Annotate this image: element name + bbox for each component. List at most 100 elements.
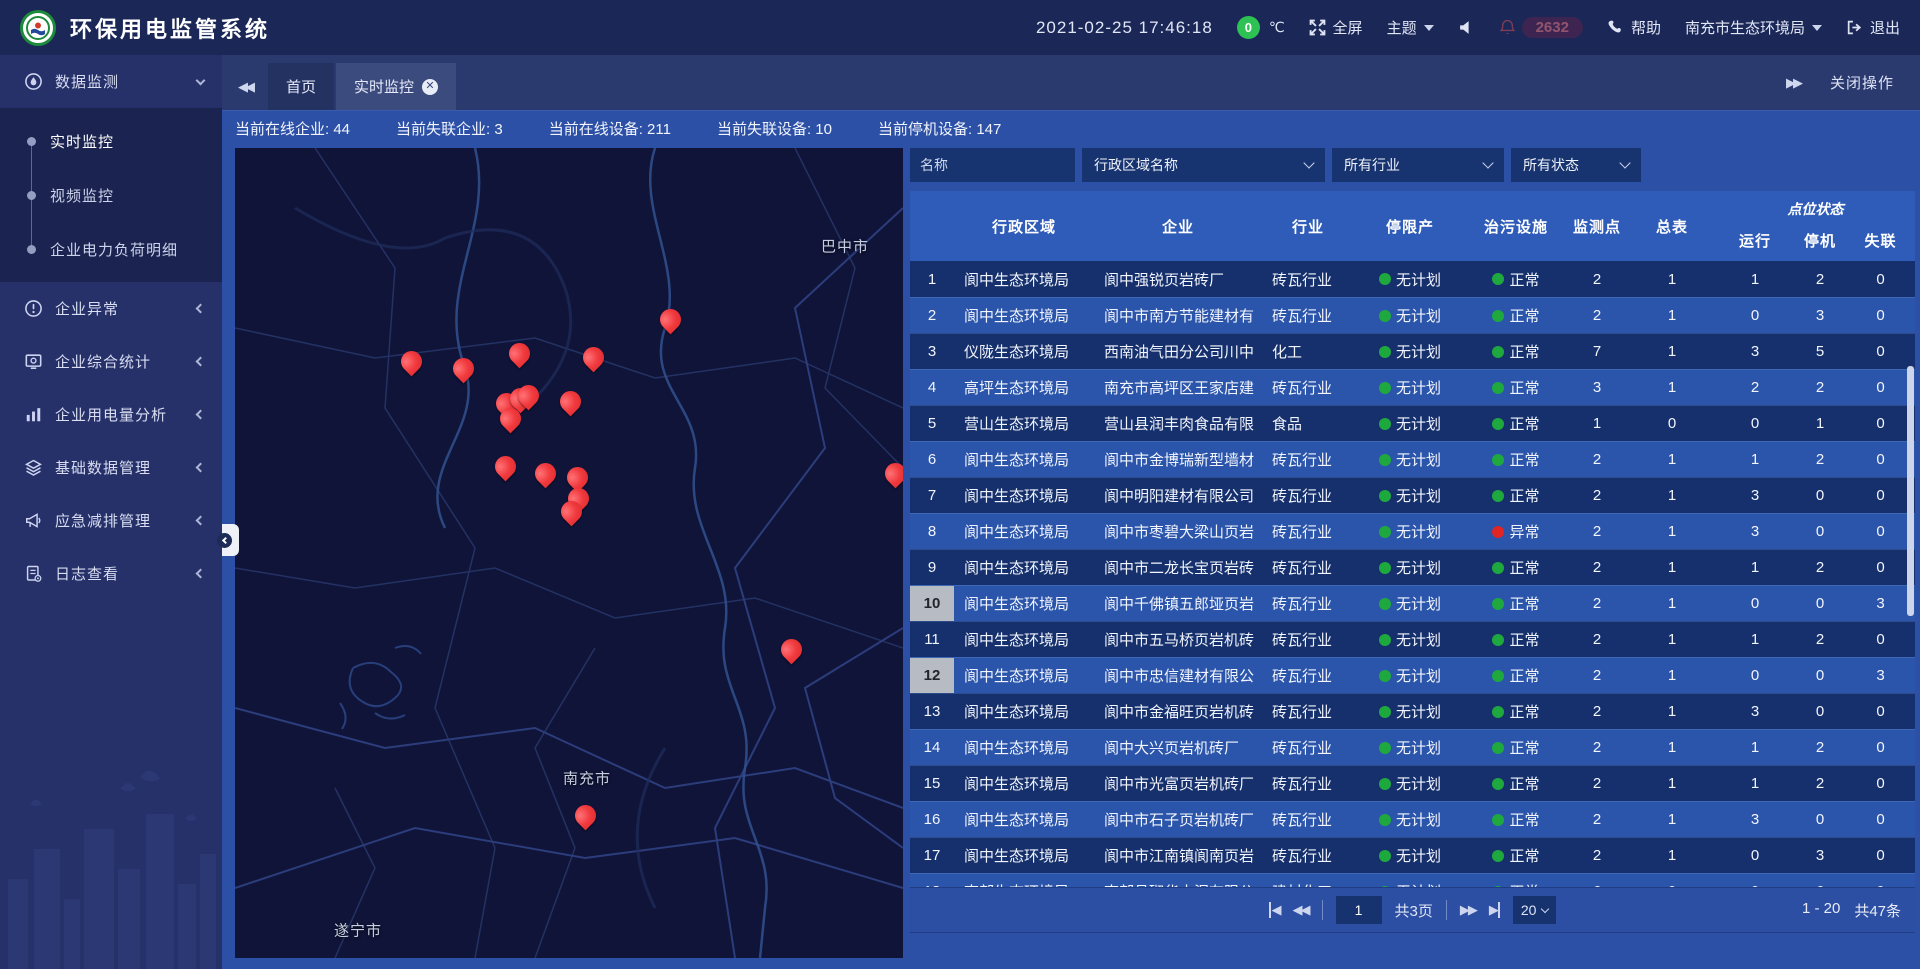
sidebar-item[interactable]: 基础数据管理 [0, 441, 222, 494]
cell-treatment-status: 正常 [1466, 586, 1566, 621]
tabs-scroll-right-button[interactable]: ▶▶ [1786, 59, 1800, 106]
table-row[interactable]: 5营山生态环境局营山县润丰肉食品有限食品无计划正常10010 [910, 405, 1915, 441]
cell-production-status: 无计划 [1354, 874, 1466, 887]
chevron-down-icon [1303, 157, 1314, 168]
cell-monitor-points: 2 [1566, 730, 1628, 765]
org-menu[interactable]: 南充市生态环境局 [1685, 17, 1822, 38]
cell-monitor-points: 2 [1566, 478, 1628, 513]
help-button[interactable]: 帮助 [1607, 17, 1661, 38]
cell-company: 阆中市五马桥页岩机砖 [1094, 622, 1262, 657]
page-title: 环保用电监管系统 [70, 12, 270, 44]
notifications-button[interactable]: 2632 [1499, 17, 1583, 38]
base-data-icon [24, 458, 43, 477]
cell-monitor-points: 2 [1566, 694, 1628, 729]
cell-company: 阆中市金博瑞新型墙材 [1094, 442, 1262, 477]
first-page-button[interactable]: ◀ [1269, 902, 1280, 918]
sidebar-subitem[interactable]: 实时监控 [0, 114, 222, 168]
table-row[interactable]: 2阆中生态环境局阆中市南方节能建材有砖瓦行业无计划正常21030 [910, 297, 1915, 333]
sidebar-item-label: 企业综合统计 [55, 351, 185, 372]
cell-total-meters: 1 [1628, 658, 1716, 693]
industry-select[interactable]: 所有行业 [1332, 148, 1504, 182]
cell-total-meters: 1 [1628, 514, 1716, 549]
sidebar-item[interactable]: 应急减排管理 [0, 494, 222, 547]
cell-running: 0 [1716, 586, 1794, 621]
table-row[interactable]: 18南部生态环境局南部县砌华水泥有限公建材化工无计划正常60060 [910, 873, 1915, 887]
table-row[interactable]: 6阆中生态环境局阆中市金博瑞新型墙材砖瓦行业无计划正常21120 [910, 441, 1915, 477]
stat-item: 当前失联设备: 10 [717, 118, 832, 139]
table-row[interactable]: 11阆中生态环境局阆中市五马桥页岩机砖砖瓦行业无计划正常21120 [910, 621, 1915, 657]
cell-region: 阆中生态环境局 [954, 730, 1094, 765]
cell-index: 7 [910, 478, 954, 513]
status-dot-green [1492, 310, 1504, 322]
chevron-left-icon [196, 569, 206, 579]
status-dot-green [1379, 706, 1391, 718]
cell-total-meters: 1 [1628, 838, 1716, 873]
cell-offline: 0 [1846, 298, 1915, 333]
table-row[interactable]: 9阆中生态环境局阆中市二龙长宝页岩砖砖瓦行业无计划正常21120 [910, 549, 1915, 585]
table-row[interactable]: 12阆中生态环境局阆中市忠信建材有限公砖瓦行业无计划正常21003 [910, 657, 1915, 693]
cell-industry: 砖瓦行业 [1262, 514, 1354, 549]
tab-close-icon[interactable]: ✕ [422, 79, 438, 95]
status-dot-green [1379, 562, 1391, 574]
status-select[interactable]: 所有状态 [1511, 148, 1641, 182]
cell-industry: 化工 [1262, 334, 1354, 369]
chevron-down-icon [1619, 157, 1630, 168]
table-row[interactable]: 16阆中生态环境局阆中市石子页岩机砖厂砖瓦行业无计划正常21300 [910, 801, 1915, 837]
cell-treatment-status: 正常 [1466, 298, 1566, 333]
region-select[interactable]: 行政区域名称 [1082, 148, 1325, 182]
cell-offline: 0 [1846, 838, 1915, 873]
sound-mute-button[interactable] [1458, 19, 1475, 36]
cell-treatment-status: 正常 [1466, 838, 1566, 873]
close-operations-menu[interactable]: 关闭操作 [1830, 72, 1894, 93]
sidebar-item[interactable]: 企业用电量分析 [0, 388, 222, 441]
table-row[interactable]: 7阆中生态环境局阆中明阳建材有限公司砖瓦行业无计划正常21300 [910, 477, 1915, 513]
cell-company: 阆中市金福旺页岩机砖 [1094, 694, 1262, 729]
page-size-select[interactable]: 20 [1513, 896, 1557, 924]
map-panel[interactable]: 巴中市南充市遂宁市 [235, 148, 903, 958]
table-row[interactable]: 14阆中生态环境局阆中大兴页岩机砖厂砖瓦行业无计划正常21120 [910, 729, 1915, 765]
last-page-button[interactable]: ▶ [1489, 902, 1500, 918]
chevron-down-icon [1812, 25, 1822, 31]
cell-region: 阆中生态环境局 [954, 694, 1094, 729]
table-scrollbar-thumb[interactable] [1907, 366, 1914, 616]
status-dot-green [1379, 814, 1391, 826]
table-row[interactable]: 3仪陇生态环境局西南油气田分公司川中化工无计划正常71350 [910, 333, 1915, 369]
logout-button[interactable]: 退出 [1846, 17, 1900, 38]
theme-menu[interactable]: 主题 [1387, 17, 1434, 38]
cell-stopped: 3 [1794, 298, 1846, 333]
table-row[interactable]: 1阆中生态环境局阆中强锐页岩砖厂砖瓦行业无计划正常21120 [910, 261, 1915, 297]
sidebar-subitem[interactable]: 企业电力负荷明细 [0, 222, 222, 276]
status-dot-green [1379, 454, 1391, 466]
sidebar-item[interactable]: 数据监测 [0, 55, 222, 108]
col-header-running: 运行 [1716, 219, 1794, 261]
sidebar-subitem[interactable]: 视频监控 [0, 168, 222, 222]
name-search-input[interactable] [910, 148, 1075, 182]
cell-running: 3 [1716, 802, 1794, 837]
table-row[interactable]: 8阆中生态环境局阆中市枣碧大梁山页岩砖瓦行业无计划异常21300 [910, 513, 1915, 549]
tabs-scroll-left-button[interactable]: ◀◀ [222, 63, 268, 110]
header-datetime: 2021-02-25 17:46:18 [1036, 18, 1213, 38]
page-number-input[interactable] [1336, 896, 1382, 924]
tab-active[interactable]: 实时监控✕ [336, 63, 456, 110]
cell-industry: 砖瓦行业 [1262, 622, 1354, 657]
sidebar-item[interactable]: 企业综合统计 [0, 335, 222, 388]
cell-production-status: 无计划 [1354, 766, 1466, 801]
next-page-button[interactable]: ▶▶ [1460, 902, 1476, 918]
sidebar-item[interactable]: 企业异常 [0, 282, 222, 335]
table-row[interactable]: 10阆中生态环境局阆中千佛镇五郎垭页岩砖瓦行业无计划正常21003 [910, 585, 1915, 621]
cell-company: 阆中市枣碧大梁山页岩 [1094, 514, 1262, 549]
table-row[interactable]: 15阆中生态环境局阆中市光富页岩机砖厂砖瓦行业无计划正常21120 [910, 765, 1915, 801]
sidebar-item[interactable]: 日志查看 [0, 547, 222, 600]
temperature-badge: 0 [1237, 16, 1260, 39]
sidebar-collapse-handle[interactable] [222, 524, 239, 556]
table-row[interactable]: 17阆中生态环境局阆中市江南镇阆南页岩砖瓦行业无计划正常21030 [910, 837, 1915, 873]
company-alert-icon [24, 299, 43, 318]
tab-inactive[interactable]: 首页 [268, 63, 334, 110]
prev-page-button[interactable]: ◀◀ [1293, 902, 1309, 918]
cell-index: 12 [910, 658, 954, 693]
cell-total-meters: 1 [1628, 478, 1716, 513]
fullscreen-button[interactable]: 全屏 [1309, 17, 1363, 38]
table-row[interactable]: 13阆中生态环境局阆中市金福旺页岩机砖砖瓦行业无计划正常21300 [910, 693, 1915, 729]
col-header-monitor: 监测点 [1566, 191, 1628, 261]
table-row[interactable]: 4高坪生态环境局南充市高坪区王家店建砖瓦行业无计划正常31220 [910, 369, 1915, 405]
